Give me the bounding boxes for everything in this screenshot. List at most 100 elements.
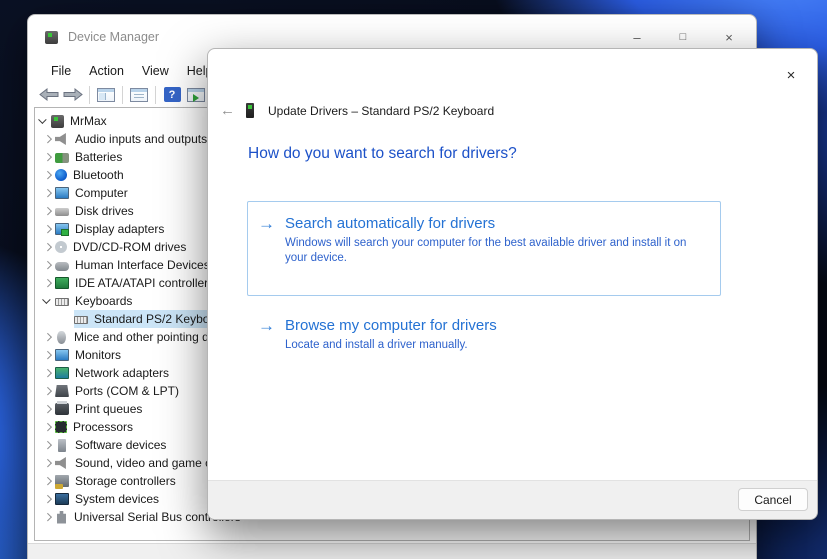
tree-item-label: Computer (75, 186, 128, 200)
close-button[interactable]: × (712, 25, 746, 49)
tree-item-label: Ports (COM & LPT) (75, 384, 180, 398)
battery-icon (55, 152, 69, 163)
chevron-right-icon[interactable] (40, 473, 55, 489)
back-icon[interactable] (37, 84, 61, 106)
chevron-right-icon[interactable] (40, 167, 55, 183)
tree-item-label: Storage controllers (75, 474, 176, 488)
dvd-icon (55, 241, 67, 253)
window-controls: – □ × (608, 25, 746, 49)
chevron-right-icon[interactable] (40, 509, 55, 525)
arrow-right-icon: → (258, 316, 275, 335)
chevron-right-icon[interactable] (40, 275, 55, 291)
arrow-right-icon: → (258, 214, 275, 233)
chevron-right-icon[interactable] (40, 203, 55, 219)
dialog-title: Update Drivers – Standard PS/2 Keyboard (268, 103, 495, 118)
chevron-right-icon[interactable] (40, 239, 55, 255)
properties-icon[interactable] (127, 84, 151, 106)
option-description: Windows will search your computer for th… (285, 237, 687, 264)
browse-computer-option[interactable]: → Browse my computer for drivers Locate … (247, 303, 721, 375)
chevron-down-icon[interactable] (40, 293, 55, 309)
tree-item-label: Batteries (75, 150, 123, 164)
option-description: Locate and install a driver manually. (285, 339, 468, 351)
chevron-down-icon[interactable] (36, 113, 51, 129)
bluetooth-icon (55, 169, 67, 181)
forward-icon[interactable] (61, 84, 85, 106)
software-icon (58, 438, 66, 452)
monitor-icon (55, 349, 69, 361)
device-manager-app-icon (45, 30, 58, 44)
device-manager-icon (51, 114, 64, 128)
tree-item-label: Disk drives (75, 204, 134, 218)
toolbar-separator (122, 85, 123, 104)
option-title: Browse my computer for drivers (285, 317, 497, 334)
dialog-heading: How do you want to search for drivers? (248, 145, 517, 162)
cancel-button[interactable]: Cancel (738, 488, 808, 511)
toolbar-separator (89, 85, 90, 104)
disk-icon (55, 208, 69, 216)
chevron-right-icon[interactable] (40, 401, 55, 417)
network-icon (55, 367, 69, 379)
minimize-button[interactable]: – (620, 25, 654, 49)
chevron-right-icon[interactable] (40, 437, 55, 453)
chevron-right-icon[interactable] (40, 221, 55, 237)
update-drivers-dialog: × ← Update Drivers – Standard PS/2 Keybo… (207, 48, 818, 520)
chevron-right-icon[interactable] (40, 383, 55, 399)
help-icon[interactable] (160, 84, 184, 106)
tree-item-label: MrMax (70, 114, 107, 128)
search-automatically-option[interactable]: → Search automatically for drivers Windo… (247, 201, 721, 296)
chevron-right-icon[interactable] (40, 347, 55, 363)
dialog-footer: Cancel (208, 480, 817, 519)
ports-icon (55, 385, 69, 397)
chevron-right-icon[interactable] (40, 131, 55, 147)
option-title: Search automatically for drivers (285, 215, 496, 232)
status-bar (28, 543, 756, 559)
hid-icon (55, 261, 69, 271)
window-title: Device Manager (68, 30, 160, 44)
keyboard-device-icon (246, 103, 254, 118)
tree-item-label: Print queues (75, 402, 143, 416)
close-icon[interactable]: × (778, 63, 804, 87)
tree-item-label: Human Interface Devices (75, 258, 210, 272)
processor-icon (55, 421, 67, 433)
keyboard-icon (55, 298, 69, 306)
menu-view[interactable]: View (133, 62, 178, 80)
tree-item-label: Keyboards (75, 294, 133, 308)
dialog-header: ← Update Drivers – Standard PS/2 Keyboar… (220, 102, 494, 119)
tree-item-label: System devices (75, 492, 160, 506)
audio-icon (55, 133, 66, 145)
chevron-right-icon[interactable] (40, 329, 55, 345)
system-icon (55, 493, 69, 505)
chevron-right-icon[interactable] (40, 185, 55, 201)
chevron-right-icon[interactable] (40, 257, 55, 273)
tree-item-label: Display adapters (75, 222, 165, 236)
display-adapter-icon (55, 223, 69, 236)
computer-icon (55, 187, 69, 199)
chevron-right-icon[interactable] (40, 455, 55, 471)
tree-item-label: IDE ATA/ATAPI controllers (75, 276, 215, 290)
printer-icon (55, 401, 69, 415)
chevron-right-icon[interactable] (40, 365, 55, 381)
toolbar-separator (155, 85, 156, 104)
maximize-button[interactable]: □ (666, 25, 700, 49)
mouse-icon (57, 330, 66, 344)
chevron-right-icon[interactable] (40, 419, 55, 435)
ide-icon (55, 277, 69, 289)
usb-icon (57, 510, 66, 524)
sound-icon (55, 457, 66, 469)
tree-item-label: Audio inputs and outputs (75, 132, 208, 146)
action-pane-icon[interactable] (184, 84, 208, 106)
storage-icon (55, 475, 69, 489)
menu-file[interactable]: File (42, 62, 80, 80)
tree-item-label: Processors (73, 420, 134, 434)
chevron-right-icon[interactable] (40, 149, 55, 165)
tree-item-label: Bluetooth (73, 168, 124, 182)
menu-action[interactable]: Action (80, 62, 133, 80)
tree-item-label: Monitors (75, 348, 122, 362)
tree-item-label: DVD/CD-ROM drives (73, 240, 187, 254)
keyboard-icon (74, 316, 88, 324)
chevron-right-icon[interactable] (40, 491, 55, 507)
tree-item-label: Software devices (75, 438, 167, 452)
tree-item-label: Network adapters (75, 366, 170, 380)
console-tree-icon[interactable] (94, 84, 118, 106)
back-arrow-icon[interactable]: ← (220, 102, 246, 119)
